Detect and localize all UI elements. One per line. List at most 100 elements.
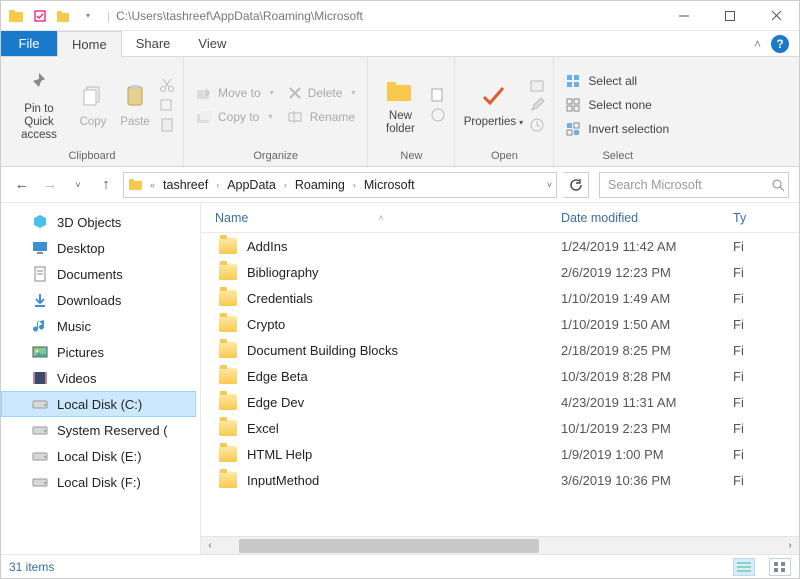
tab-home[interactable]: Home	[57, 31, 122, 57]
details-view-button[interactable]	[733, 558, 755, 576]
column-name[interactable]: Name˄	[201, 211, 561, 225]
tab-share[interactable]: Share	[122, 31, 185, 56]
nav-item[interactable]: Pictures	[1, 339, 196, 365]
icons-view-button[interactable]	[769, 558, 791, 576]
rename-button[interactable]: Rename	[284, 105, 360, 129]
edit-icon[interactable]	[529, 97, 545, 113]
copy-to-button[interactable]: Copy to▾	[192, 105, 278, 129]
list-item[interactable]: Bibliography2/6/2019 12:23 PMFi	[201, 259, 799, 285]
list-item[interactable]: Edge Beta10/3/2019 8:28 PMFi	[201, 363, 799, 389]
item-name: Document Building Blocks	[247, 343, 398, 358]
crumb-0[interactable]: tashreef	[159, 173, 212, 197]
select-none-button[interactable]: Select none	[562, 93, 673, 117]
search-input[interactable]	[606, 177, 771, 193]
refresh-button[interactable]	[563, 172, 589, 198]
column-headers: Name˄ Date modified Ty	[201, 203, 799, 233]
cut-icon[interactable]	[159, 77, 175, 93]
chevron-right-icon[interactable]: ›	[282, 180, 289, 190]
paste-button[interactable]: Paste	[117, 76, 153, 133]
list-item[interactable]: Document Building Blocks2/18/2019 8:25 P…	[201, 337, 799, 363]
properties-icon[interactable]	[31, 7, 49, 25]
list-item[interactable]: InputMethod3/6/2019 10:36 PMFi	[201, 467, 799, 493]
paste-shortcut-icon[interactable]	[159, 117, 175, 133]
quick-access-toolbar: ▾	[1, 7, 103, 25]
list-view: Name˄ Date modified Ty AddIns1/24/2019 1…	[201, 203, 799, 554]
nav-item-label: Local Disk (E:)	[57, 449, 142, 464]
item-date: 1/10/2019 1:49 AM	[561, 291, 729, 306]
properties-button[interactable]: Properties▾	[463, 76, 523, 133]
folder-icon	[219, 264, 237, 280]
recent-locations-icon[interactable]: ˅	[67, 174, 89, 196]
easy-access-icon[interactable]	[430, 107, 446, 123]
nav-item[interactable]: Documents	[1, 261, 196, 287]
folder-icon	[219, 420, 237, 436]
address-bar[interactable]: « tashreef› AppData› Roaming› Microsoft …	[123, 172, 557, 198]
tab-file[interactable]: File	[1, 31, 57, 56]
list-item[interactable]: Crypto1/10/2019 1:50 AMFi	[201, 311, 799, 337]
ribbon-tabs: File Home Share View ˄ ?	[1, 31, 799, 57]
nav-item-label: Pictures	[57, 345, 104, 360]
navigation-pane[interactable]: 3D ObjectsDesktopDocumentsDownloadsMusic…	[1, 203, 201, 554]
nav-item[interactable]: Music	[1, 313, 196, 339]
search-box[interactable]	[599, 172, 789, 198]
crumb-2[interactable]: Roaming	[291, 173, 349, 197]
move-to-button[interactable]: Move to▾	[192, 81, 278, 105]
nav-item[interactable]: Desktop	[1, 235, 196, 261]
close-button[interactable]	[753, 1, 799, 31]
column-type[interactable]: Ty	[729, 211, 799, 225]
navbar: ← → ˅ ↑ « tashreef› AppData› Roaming› Mi…	[1, 167, 799, 203]
maximize-button[interactable]	[707, 1, 753, 31]
paste-icon	[119, 80, 151, 112]
item-date: 1/24/2019 11:42 AM	[561, 239, 729, 254]
title-path: C:\Users\tashreef\AppData\Roaming\Micros…	[114, 9, 661, 23]
new-folder-button[interactable]: New folder	[376, 70, 424, 140]
pin-icon	[23, 67, 55, 99]
window-controls	[661, 1, 799, 31]
list-item[interactable]: AddIns1/24/2019 11:42 AMFi	[201, 233, 799, 259]
item-date: 2/6/2019 12:23 PM	[561, 265, 729, 280]
nav-item[interactable]: System Reserved (	[1, 417, 196, 443]
folder-icon	[219, 472, 237, 488]
crumb-1[interactable]: AppData	[223, 173, 280, 197]
tab-view[interactable]: View	[184, 31, 240, 56]
list-item[interactable]: Credentials1/10/2019 1:49 AMFi	[201, 285, 799, 311]
chevron-right-icon[interactable]: ›	[351, 180, 358, 190]
nav-item[interactable]: 3D Objects	[1, 209, 196, 235]
collapse-ribbon-icon[interactable]: ˄	[754, 37, 761, 51]
delete-button[interactable]: Delete▾	[284, 81, 360, 105]
history-icon[interactable]	[529, 117, 545, 133]
crumb-3[interactable]: Microsoft	[360, 173, 419, 197]
new-item-icon[interactable]	[430, 87, 446, 103]
disk-icon	[31, 473, 49, 491]
list-item[interactable]: Edge Dev4/23/2019 11:31 AMFi	[201, 389, 799, 415]
nav-item[interactable]: Local Disk (F:)	[1, 469, 196, 495]
folder-icon	[219, 238, 237, 254]
chevron-right-icon[interactable]: ›	[214, 180, 221, 190]
folder-icon	[219, 342, 237, 358]
back-button[interactable]: ←	[11, 174, 33, 196]
select-all-button[interactable]: Select all	[562, 69, 673, 93]
nav-item[interactable]: Local Disk (C:)	[1, 391, 196, 417]
address-dropdown-icon[interactable]: ˅	[547, 180, 552, 190]
list-item[interactable]: Excel10/1/2019 2:23 PMFi	[201, 415, 799, 441]
help-icon[interactable]: ?	[771, 35, 789, 53]
copy-path-icon[interactable]	[159, 97, 175, 113]
list-item[interactable]: HTML Help1/9/2019 1:00 PMFi	[201, 441, 799, 467]
qat-dropdown-icon[interactable]: ▾	[79, 7, 97, 25]
up-button[interactable]: ↑	[95, 174, 117, 196]
file-list[interactable]: AddIns1/24/2019 11:42 AMFiBibliography2/…	[201, 233, 799, 536]
status-bar: 31 items	[1, 554, 799, 578]
qat-newfolder-icon[interactable]	[55, 7, 73, 25]
nav-item[interactable]: Local Disk (E:)	[1, 443, 196, 469]
nav-item[interactable]: Downloads	[1, 287, 196, 313]
copy-button[interactable]: Copy	[75, 76, 111, 133]
horizontal-scrollbar[interactable]: ‹›	[201, 536, 799, 554]
invert-selection-button[interactable]: Invert selection	[562, 117, 673, 141]
pin-to-quick-access-button[interactable]: Pin to Quick access	[9, 63, 69, 146]
group-clipboard: Pin to Quick access Copy Paste Clipboard	[1, 57, 184, 166]
nav-item[interactable]: Videos	[1, 365, 196, 391]
open-icon[interactable]	[529, 77, 545, 93]
forward-button[interactable]: →	[39, 174, 61, 196]
column-date[interactable]: Date modified	[561, 211, 729, 225]
minimize-button[interactable]	[661, 1, 707, 31]
